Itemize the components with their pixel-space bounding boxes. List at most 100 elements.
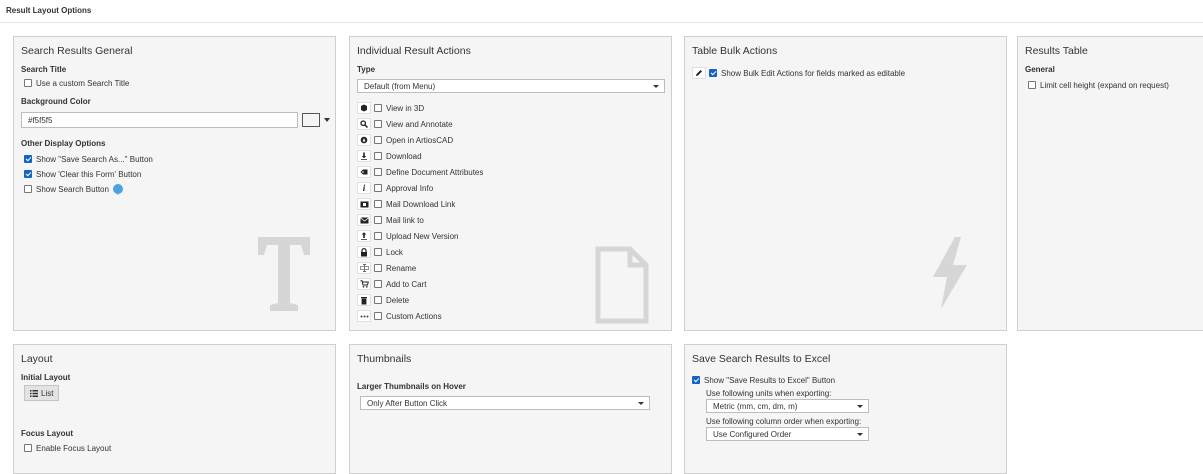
bulk-edit-label: Show Bulk Edit Actions for fields marked… (721, 68, 906, 78)
action-view-3d[interactable]: View in 3D (357, 102, 424, 114)
list-icon (30, 389, 38, 397)
type-select-value: Default (from Menu) (364, 82, 436, 91)
action-label: Mail Download Link (386, 199, 456, 209)
save-search-as-checkbox[interactable] (24, 155, 32, 163)
units-select[interactable]: Metric (mm, cm, dm, m) (706, 399, 869, 413)
chevron-down-icon (857, 405, 863, 408)
clear-form-checkbox[interactable] (24, 170, 32, 178)
approval-info-checkbox[interactable] (374, 184, 382, 192)
mail-download-link-checkbox[interactable] (374, 200, 382, 208)
action-label: Custom Actions (386, 311, 442, 321)
action-mail-link[interactable]: Mail link to (357, 214, 424, 226)
custom-title-checkbox[interactable] (24, 79, 32, 87)
show-excel-button-label: Show "Save Results to Excel" Button (704, 375, 836, 385)
units-label: Use following units when exporting: (706, 389, 832, 398)
action-delete[interactable]: Delete (357, 294, 409, 306)
bg-color-input[interactable]: #f5f5f5 (21, 112, 298, 128)
custom-title-option[interactable]: Use a custom Search Title (24, 77, 129, 89)
list-button-label: List (41, 388, 54, 398)
panel-title: Save Search Results to Excel (692, 353, 831, 365)
list-layout-button[interactable]: List (24, 385, 60, 401)
artioscad-icon (357, 134, 371, 146)
color-swatch[interactable] (302, 113, 320, 127)
option-label: Show Search Button (36, 184, 109, 194)
enable-focus-layout-checkbox[interactable] (24, 444, 32, 452)
lock-checkbox[interactable] (374, 248, 382, 256)
download-checkbox[interactable] (374, 152, 382, 160)
type-select[interactable]: Default (from Menu) (357, 79, 665, 93)
option-label: Show 'Clear this Form' Button (36, 169, 142, 179)
action-custom[interactable]: Custom Actions (357, 310, 442, 322)
search-title-label: Search Title (21, 65, 67, 74)
add-to-cart-checkbox[interactable] (374, 280, 382, 288)
action-label: View in 3D (386, 103, 425, 113)
open-artioscad-checkbox[interactable] (374, 136, 382, 144)
bulk-edit-checkbox[interactable] (709, 69, 717, 77)
page-title: Result Layout Options (6, 6, 92, 15)
action-rename[interactable]: Rename (357, 262, 416, 274)
mail-download-icon (357, 198, 371, 210)
limit-cell-height-checkbox[interactable] (1028, 81, 1036, 89)
view-3d-checkbox[interactable] (374, 104, 382, 112)
trash-icon (357, 294, 371, 306)
limit-cell-height-option[interactable]: Limit cell height (expand on request) (1028, 79, 1169, 91)
column-order-select[interactable]: Use Configured Order (706, 427, 869, 441)
other-options-label: Other Display Options (21, 139, 106, 148)
view-annotate-checkbox[interactable] (374, 120, 382, 128)
results-table-panel: Results Table General Limit cell height … (1017, 36, 1203, 331)
lock-icon (357, 246, 371, 258)
option-label: Show "Save Search As..." Button (36, 154, 153, 164)
attributes-icon (357, 166, 371, 178)
upload-version-checkbox[interactable] (374, 232, 382, 240)
option-save-search-as[interactable]: Show "Save Search As..." Button (24, 153, 153, 165)
table-bulk-actions-panel: Table Bulk Actions Show Bulk Edit Action… (684, 36, 1007, 331)
action-label: Add to Cart (386, 279, 427, 289)
info-icon[interactable] (112, 184, 123, 195)
define-attributes-checkbox[interactable] (374, 168, 382, 176)
mail-link-checkbox[interactable] (374, 216, 382, 224)
individual-result-actions-panel: Individual Result Actions Type Default (… (349, 36, 672, 331)
action-add-to-cart[interactable]: Add to Cart (357, 278, 426, 290)
thumbnails-hover-select[interactable]: Only After Button Click (360, 396, 650, 410)
action-open-artioscad[interactable]: Open in ArtiosCAD (357, 134, 453, 146)
delete-checkbox[interactable] (374, 296, 382, 304)
save-to-excel-panel: Save Search Results to Excel Show "Save … (684, 344, 1007, 474)
enable-focus-layout-option[interactable]: Enable Focus Layout (24, 442, 111, 454)
units-value: Metric (mm, cm, dm, m) (713, 402, 798, 411)
initial-layout-label: Initial Layout (21, 373, 71, 382)
thumbnails-hover-value: Only After Button Click (367, 399, 448, 408)
action-approval-info[interactable]: i Approval Info (357, 182, 433, 194)
action-label: Upload New Version (386, 231, 459, 241)
focus-layout-label: Focus Layout (21, 429, 74, 438)
show-excel-button-checkbox[interactable] (692, 376, 700, 384)
panel-title: Thumbnails (357, 353, 412, 365)
bulk-edit-option[interactable]: Show Bulk Edit Actions for fields marked… (692, 67, 905, 79)
option-clear-form[interactable]: Show 'Clear this Form' Button (24, 168, 141, 180)
action-mail-download-link[interactable]: Mail Download Link (357, 198, 455, 210)
rename-checkbox[interactable] (374, 264, 382, 272)
panel-title: Results Table (1025, 45, 1088, 57)
search-results-general-panel: Search Results General Search Title Use … (13, 36, 336, 331)
bg-color-label: Background Color (21, 97, 91, 106)
search-button-checkbox[interactable] (24, 185, 32, 193)
action-view-annotate[interactable]: View and Annotate (357, 118, 453, 130)
column-order-label: Use following column order when exportin… (706, 417, 862, 426)
action-download[interactable]: Download (357, 150, 422, 162)
panel-title: Search Results General (21, 45, 133, 57)
pencil-icon (692, 67, 706, 79)
action-lock[interactable]: Lock (357, 246, 403, 258)
action-upload-version[interactable]: Upload New Version (357, 230, 458, 242)
cube-icon (357, 102, 371, 114)
cart-icon (357, 278, 371, 290)
custom-actions-checkbox[interactable] (374, 312, 382, 320)
panel-title: Individual Result Actions (357, 45, 471, 57)
show-excel-button-option[interactable]: Show "Save Results to Excel" Button (692, 374, 835, 386)
envelope-icon (357, 214, 371, 226)
action-label: Open in ArtiosCAD (386, 135, 454, 145)
action-define-attributes[interactable]: Define Document Attributes (357, 166, 483, 178)
custom-title-label: Use a custom Search Title (36, 78, 130, 88)
action-label: View and Annotate (386, 119, 453, 129)
chevron-down-icon (638, 402, 644, 405)
color-picker-caret-icon[interactable] (324, 118, 330, 122)
option-search-button[interactable]: Show Search Button (24, 183, 123, 195)
